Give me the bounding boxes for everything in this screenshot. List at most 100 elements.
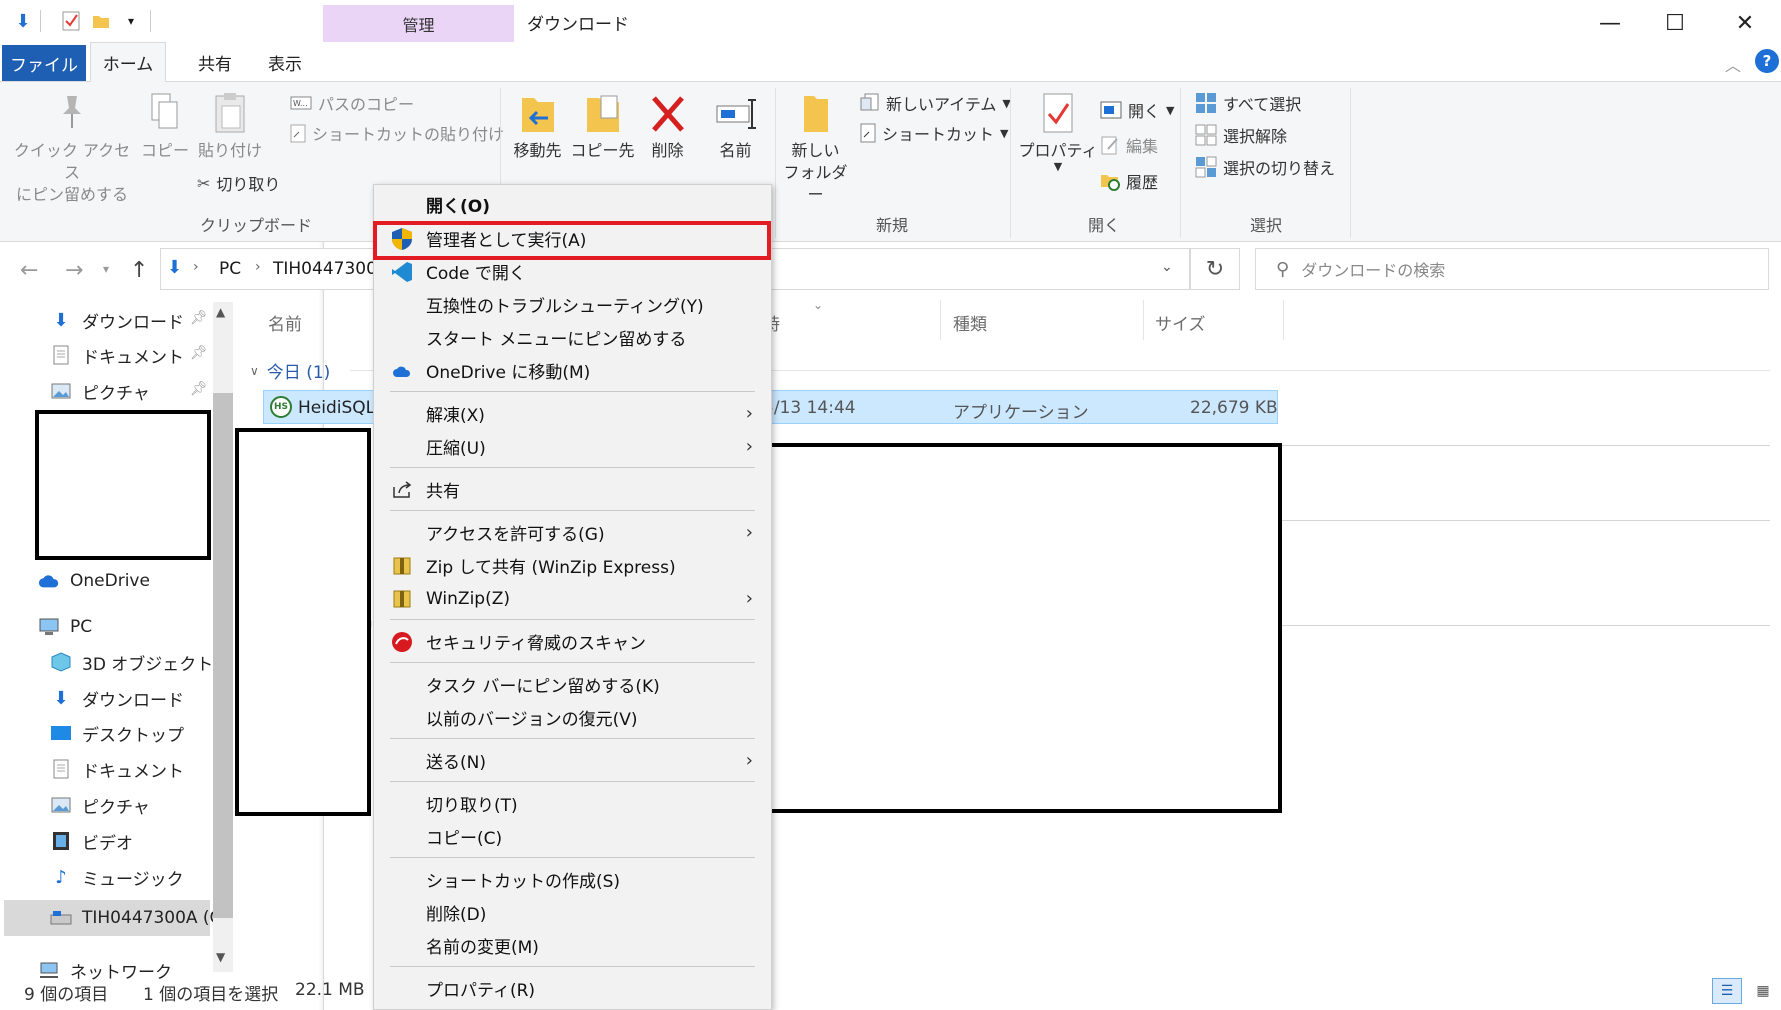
properties-button[interactable]: プロパティ ▼ (1018, 92, 1098, 172)
chevron-down-icon[interactable]: ▾ (120, 10, 142, 32)
chevron-down-icon[interactable]: ⌄ (1161, 259, 1173, 275)
menu-item-open[interactable]: 開く(O) (374, 188, 771, 221)
pin-icon[interactable]: 📌︎ (190, 381, 208, 397)
menu-item-zip-share[interactable]: Zip して共有 (WinZip Express) (374, 549, 771, 582)
copy-button[interactable]: コピー (140, 92, 190, 162)
invert-selection-icon (1195, 156, 1217, 178)
tab-share[interactable]: 共有 (180, 42, 250, 82)
paste-shortcut-button[interactable]: ショートカットの貼り付け (290, 120, 504, 146)
shortcut-button[interactable]: ショートカット ▼ (860, 120, 1008, 146)
back-arrow-icon[interactable]: ← (20, 258, 38, 283)
rename-button[interactable]: 名前 (703, 92, 768, 162)
nav-pictures[interactable]: ピクチャ (50, 790, 150, 820)
nav-documents[interactable]: ドキュメント (50, 754, 184, 784)
select-none-button[interactable]: 選択解除 (1195, 122, 1287, 148)
nav-quick-downloads[interactable]: ⬇ ダウンロード (50, 305, 184, 335)
menu-item-give-access[interactable]: アクセスを許可する(G) › (374, 516, 771, 549)
open-label: 開く (1128, 102, 1161, 121)
pictures-icon (50, 794, 72, 816)
menu-item-cut[interactable]: 切り取り(T) (374, 787, 771, 820)
paste-button[interactable]: 貼り付け (195, 92, 265, 162)
open-button[interactable]: 開く ▼ (1100, 97, 1174, 123)
ribbon-collapse-icon[interactable]: ︿ (1725, 52, 1741, 76)
menu-item-extract[interactable]: 解凍(X) › (374, 397, 771, 430)
up-arrow-icon[interactable]: ↑ (130, 258, 148, 283)
cut-button[interactable]: ✂ 切り取り (197, 170, 280, 196)
nav-quick-documents[interactable]: ドキュメント (50, 340, 184, 370)
properties-icon (1018, 92, 1098, 140)
column-name[interactable]: 名前 (268, 310, 302, 335)
search-input[interactable]: ⚲ ダウンロードの検索 (1255, 248, 1769, 290)
menu-item-winzip[interactable]: WinZip(Z) › (374, 582, 771, 615)
menu-item-onedrive[interactable]: OneDrive に移動(M) (374, 354, 771, 387)
properties-check-icon[interactable] (60, 10, 82, 32)
menu-item-restore[interactable]: 以前のバージョンの復元(V) (374, 701, 771, 734)
pin-quick-access-button[interactable]: クイック アクセス にピン留めする (12, 92, 132, 206)
file-date: 5/13 14:44 (763, 398, 856, 418)
copy-path-button[interactable]: W... パスのコピー (290, 90, 414, 116)
copy-path-icon: W... (290, 96, 312, 110)
move-to-button[interactable]: 移動先 (505, 92, 570, 162)
breadcrumb-drive[interactable]: TIH0447300A (273, 259, 389, 279)
recent-chevron-icon[interactable]: ▾ (103, 262, 109, 276)
nav-downloads[interactable]: ⬇ ダウンロード (50, 683, 184, 713)
new-item-button[interactable]: 新しいアイテム ▼ (860, 90, 1011, 116)
tab-view[interactable]: 表示 (255, 42, 315, 82)
nav-3d-objects[interactable]: 3D オブジェクト (50, 647, 213, 677)
tab-file[interactable]: ファイル (2, 45, 86, 81)
nav-pc[interactable]: PC (38, 612, 92, 642)
nav-label: 3D オブジェクト (82, 654, 214, 675)
refresh-button[interactable]: ↻ (1190, 248, 1240, 290)
menu-item-compress[interactable]: 圧縮(U) › (374, 430, 771, 463)
history-button[interactable]: 履歴 (1100, 168, 1158, 194)
nav-quick-pictures[interactable]: ピクチャ (50, 376, 150, 406)
menu-item-pin-start[interactable]: スタート メニューにピン留めする (374, 321, 771, 354)
maximize-icon[interactable]: ☐ (1650, 8, 1700, 38)
download-arrow-icon[interactable]: ⬇ (12, 10, 34, 32)
pin-icon[interactable]: 📌︎ (190, 310, 208, 326)
nav-onedrive[interactable]: OneDrive (38, 566, 150, 596)
menu-item-pin-taskbar[interactable]: タスク バーにピン留めする(K) (374, 668, 771, 701)
scroll-up-icon[interactable]: ▲ (216, 305, 225, 319)
edit-button[interactable]: 編集 (1100, 132, 1158, 158)
redacted-box (235, 428, 371, 816)
new-folder-icon[interactable] (90, 10, 112, 32)
file-size: 22,679 KB (1190, 398, 1278, 418)
chevron-right-icon: › (745, 522, 753, 543)
menu-item-scan[interactable]: セキュリティ脅威のスキャン (374, 625, 771, 658)
large-icons-view-icon[interactable]: ▦ (1748, 978, 1778, 1004)
menu-item-share[interactable]: 共有 (374, 473, 771, 506)
close-icon[interactable]: ✕ (1720, 8, 1770, 38)
copy-to-button[interactable]: コピー先 (570, 92, 635, 162)
select-all-button[interactable]: すべて選択 (1195, 90, 1301, 116)
nav-music[interactable]: ♪ ミュージック (50, 862, 183, 892)
pin-icon[interactable]: 📌︎ (190, 345, 208, 361)
nav-drive-c[interactable]: TIH0447300A (C (50, 903, 221, 933)
menu-item-rename[interactable]: 名前の変更(M) (374, 929, 771, 962)
nav-scrollbar-thumb[interactable] (213, 393, 233, 918)
help-icon[interactable]: ? (1755, 49, 1779, 73)
menu-item-copy[interactable]: コピー(C) (374, 820, 771, 853)
invert-selection-button[interactable]: 選択の切り替え (1195, 154, 1335, 180)
status-size: 22.1 MB (295, 980, 365, 1000)
delete-button[interactable]: 削除 (640, 92, 695, 162)
scroll-down-icon[interactable]: ▼ (216, 950, 225, 964)
download-icon: ⬇ (53, 309, 69, 331)
column-size[interactable]: サイズ (1155, 310, 1206, 335)
column-type[interactable]: 種類 (953, 310, 987, 335)
nav-videos[interactable]: ビデオ (50, 826, 133, 856)
menu-item-compat[interactable]: 互換性のトラブルシューティング(Y) (374, 288, 771, 321)
menu-item-delete[interactable]: 削除(D) (374, 896, 771, 929)
details-view-icon[interactable]: ☰ (1712, 978, 1742, 1004)
menu-item-properties[interactable]: プロパティ(R) (374, 972, 771, 1005)
tab-home[interactable]: ホーム (90, 42, 166, 83)
nav-desktop[interactable]: デスクトップ (50, 718, 184, 748)
menu-item-send-to[interactable]: 送る(N) › (374, 744, 771, 777)
forward-arrow-icon[interactable]: → (65, 258, 83, 283)
new-folder-button[interactable]: 新しい フォルダー (778, 92, 853, 206)
menu-item-create-shortcut[interactable]: ショートカットの作成(S) (374, 863, 771, 896)
scissors-icon: ✂ (197, 173, 211, 193)
minimize-icon[interactable]: — (1585, 8, 1635, 38)
group-header-today[interactable]: ∨ 今日 (1) (250, 358, 330, 383)
breadcrumb-pc[interactable]: PC (219, 259, 241, 279)
